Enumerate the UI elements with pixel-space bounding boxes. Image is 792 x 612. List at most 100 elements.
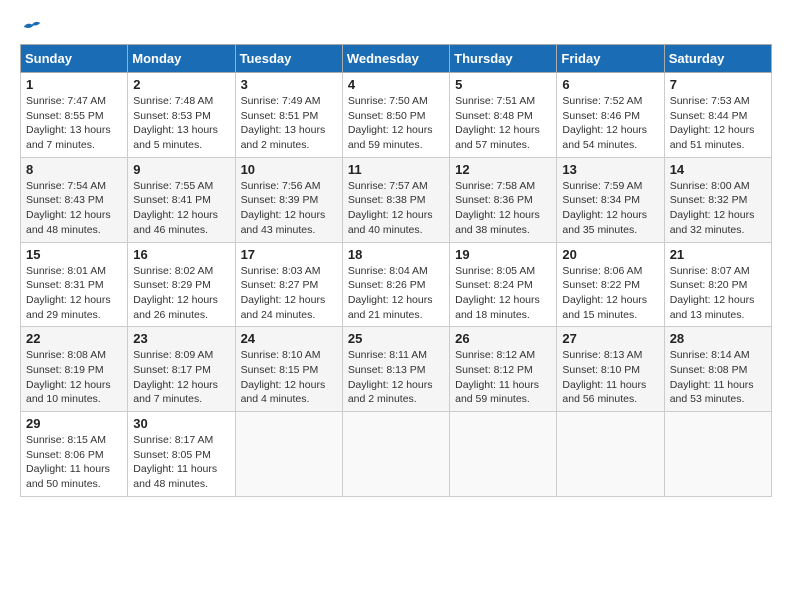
calendar-cell: 17 Sunrise: 8:03 AMSunset: 8:27 PMDayligh… xyxy=(235,242,342,327)
logo-bird-icon xyxy=(22,20,42,34)
day-number: 1 xyxy=(26,77,122,92)
day-number: 19 xyxy=(455,247,551,262)
logo xyxy=(20,20,42,34)
day-info: Sunrise: 7:51 AMSunset: 8:48 PMDaylight:… xyxy=(455,94,551,153)
calendar-cell: 23 Sunrise: 8:09 AMSunset: 8:17 PMDayligh… xyxy=(128,327,235,412)
day-info: Sunrise: 7:53 AMSunset: 8:44 PMDaylight:… xyxy=(670,94,766,153)
calendar-cell: 16 Sunrise: 8:02 AMSunset: 8:29 PMDayligh… xyxy=(128,242,235,327)
weekday-header-thursday: Thursday xyxy=(450,45,557,73)
day-info: Sunrise: 8:01 AMSunset: 8:31 PMDaylight:… xyxy=(26,264,122,323)
day-number: 26 xyxy=(455,331,551,346)
day-info: Sunrise: 8:17 AMSunset: 8:05 PMDaylight:… xyxy=(133,433,229,492)
day-number: 30 xyxy=(133,416,229,431)
calendar-cell: 7 Sunrise: 7:53 AMSunset: 8:44 PMDaylight… xyxy=(664,73,771,158)
day-info: Sunrise: 8:12 AMSunset: 8:12 PMDaylight:… xyxy=(455,348,551,407)
day-info: Sunrise: 8:15 AMSunset: 8:06 PMDaylight:… xyxy=(26,433,122,492)
day-info: Sunrise: 8:08 AMSunset: 8:19 PMDaylight:… xyxy=(26,348,122,407)
calendar-cell: 26 Sunrise: 8:12 AMSunset: 8:12 PMDayligh… xyxy=(450,327,557,412)
calendar-cell: 20 Sunrise: 8:06 AMSunset: 8:22 PMDayligh… xyxy=(557,242,664,327)
day-number: 4 xyxy=(348,77,444,92)
day-info: Sunrise: 8:02 AMSunset: 8:29 PMDaylight:… xyxy=(133,264,229,323)
day-info: Sunrise: 7:52 AMSunset: 8:46 PMDaylight:… xyxy=(562,94,658,153)
calendar-cell: 14 Sunrise: 8:00 AMSunset: 8:32 PMDayligh… xyxy=(664,157,771,242)
weekday-header-wednesday: Wednesday xyxy=(342,45,449,73)
calendar-cell: 30 Sunrise: 8:17 AMSunset: 8:05 PMDayligh… xyxy=(128,412,235,497)
calendar-cell: 21 Sunrise: 8:07 AMSunset: 8:20 PMDayligh… xyxy=(664,242,771,327)
day-info: Sunrise: 7:49 AMSunset: 8:51 PMDaylight:… xyxy=(241,94,337,153)
day-number: 22 xyxy=(26,331,122,346)
day-number: 18 xyxy=(348,247,444,262)
calendar-cell: 9 Sunrise: 7:55 AMSunset: 8:41 PMDaylight… xyxy=(128,157,235,242)
day-info: Sunrise: 8:06 AMSunset: 8:22 PMDaylight:… xyxy=(562,264,658,323)
calendar-cell xyxy=(235,412,342,497)
day-info: Sunrise: 7:55 AMSunset: 8:41 PMDaylight:… xyxy=(133,179,229,238)
calendar-cell: 18 Sunrise: 8:04 AMSunset: 8:26 PMDayligh… xyxy=(342,242,449,327)
day-number: 6 xyxy=(562,77,658,92)
day-number: 23 xyxy=(133,331,229,346)
day-info: Sunrise: 7:56 AMSunset: 8:39 PMDaylight:… xyxy=(241,179,337,238)
calendar-cell xyxy=(450,412,557,497)
calendar-cell: 22 Sunrise: 8:08 AMSunset: 8:19 PMDayligh… xyxy=(21,327,128,412)
calendar-cell: 28 Sunrise: 8:14 AMSunset: 8:08 PMDayligh… xyxy=(664,327,771,412)
day-info: Sunrise: 7:54 AMSunset: 8:43 PMDaylight:… xyxy=(26,179,122,238)
calendar-cell: 29 Sunrise: 8:15 AMSunset: 8:06 PMDayligh… xyxy=(21,412,128,497)
weekday-header-tuesday: Tuesday xyxy=(235,45,342,73)
day-number: 12 xyxy=(455,162,551,177)
weekday-header-saturday: Saturday xyxy=(664,45,771,73)
weekday-header-friday: Friday xyxy=(557,45,664,73)
day-number: 15 xyxy=(26,247,122,262)
weekday-header-sunday: Sunday xyxy=(21,45,128,73)
day-info: Sunrise: 7:47 AMSunset: 8:55 PMDaylight:… xyxy=(26,94,122,153)
day-info: Sunrise: 8:00 AMSunset: 8:32 PMDaylight:… xyxy=(670,179,766,238)
day-info: Sunrise: 7:58 AMSunset: 8:36 PMDaylight:… xyxy=(455,179,551,238)
calendar-cell: 10 Sunrise: 7:56 AMSunset: 8:39 PMDayligh… xyxy=(235,157,342,242)
calendar-cell: 12 Sunrise: 7:58 AMSunset: 8:36 PMDayligh… xyxy=(450,157,557,242)
day-info: Sunrise: 7:59 AMSunset: 8:34 PMDaylight:… xyxy=(562,179,658,238)
day-number: 16 xyxy=(133,247,229,262)
day-number: 11 xyxy=(348,162,444,177)
calendar-cell: 27 Sunrise: 8:13 AMSunset: 8:10 PMDayligh… xyxy=(557,327,664,412)
calendar-cell: 8 Sunrise: 7:54 AMSunset: 8:43 PMDaylight… xyxy=(21,157,128,242)
day-number: 28 xyxy=(670,331,766,346)
day-number: 13 xyxy=(562,162,658,177)
day-info: Sunrise: 8:04 AMSunset: 8:26 PMDaylight:… xyxy=(348,264,444,323)
day-info: Sunrise: 7:50 AMSunset: 8:50 PMDaylight:… xyxy=(348,94,444,153)
day-number: 14 xyxy=(670,162,766,177)
day-number: 3 xyxy=(241,77,337,92)
day-info: Sunrise: 7:57 AMSunset: 8:38 PMDaylight:… xyxy=(348,179,444,238)
day-info: Sunrise: 8:07 AMSunset: 8:20 PMDaylight:… xyxy=(670,264,766,323)
day-info: Sunrise: 7:48 AMSunset: 8:53 PMDaylight:… xyxy=(133,94,229,153)
day-number: 2 xyxy=(133,77,229,92)
calendar-cell xyxy=(342,412,449,497)
day-number: 9 xyxy=(133,162,229,177)
day-number: 24 xyxy=(241,331,337,346)
day-number: 8 xyxy=(26,162,122,177)
calendar-cell: 25 Sunrise: 8:11 AMSunset: 8:13 PMDayligh… xyxy=(342,327,449,412)
day-number: 10 xyxy=(241,162,337,177)
weekday-header-monday: Monday xyxy=(128,45,235,73)
day-info: Sunrise: 8:03 AMSunset: 8:27 PMDaylight:… xyxy=(241,264,337,323)
calendar-cell xyxy=(664,412,771,497)
day-info: Sunrise: 8:09 AMSunset: 8:17 PMDaylight:… xyxy=(133,348,229,407)
day-number: 7 xyxy=(670,77,766,92)
day-info: Sunrise: 8:14 AMSunset: 8:08 PMDaylight:… xyxy=(670,348,766,407)
day-number: 27 xyxy=(562,331,658,346)
calendar-cell: 1 Sunrise: 7:47 AMSunset: 8:55 PMDaylight… xyxy=(21,73,128,158)
calendar-table: SundayMondayTuesdayWednesdayThursdayFrid… xyxy=(20,44,772,497)
day-info: Sunrise: 8:13 AMSunset: 8:10 PMDaylight:… xyxy=(562,348,658,407)
day-number: 29 xyxy=(26,416,122,431)
day-number: 17 xyxy=(241,247,337,262)
day-number: 20 xyxy=(562,247,658,262)
calendar-cell: 24 Sunrise: 8:10 AMSunset: 8:15 PMDayligh… xyxy=(235,327,342,412)
day-number: 25 xyxy=(348,331,444,346)
calendar-cell: 19 Sunrise: 8:05 AMSunset: 8:24 PMDayligh… xyxy=(450,242,557,327)
calendar-cell: 2 Sunrise: 7:48 AMSunset: 8:53 PMDaylight… xyxy=(128,73,235,158)
day-number: 5 xyxy=(455,77,551,92)
day-info: Sunrise: 8:05 AMSunset: 8:24 PMDaylight:… xyxy=(455,264,551,323)
calendar-cell: 5 Sunrise: 7:51 AMSunset: 8:48 PMDaylight… xyxy=(450,73,557,158)
calendar-cell: 13 Sunrise: 7:59 AMSunset: 8:34 PMDayligh… xyxy=(557,157,664,242)
day-number: 21 xyxy=(670,247,766,262)
day-info: Sunrise: 8:11 AMSunset: 8:13 PMDaylight:… xyxy=(348,348,444,407)
day-info: Sunrise: 8:10 AMSunset: 8:15 PMDaylight:… xyxy=(241,348,337,407)
calendar-cell: 3 Sunrise: 7:49 AMSunset: 8:51 PMDaylight… xyxy=(235,73,342,158)
